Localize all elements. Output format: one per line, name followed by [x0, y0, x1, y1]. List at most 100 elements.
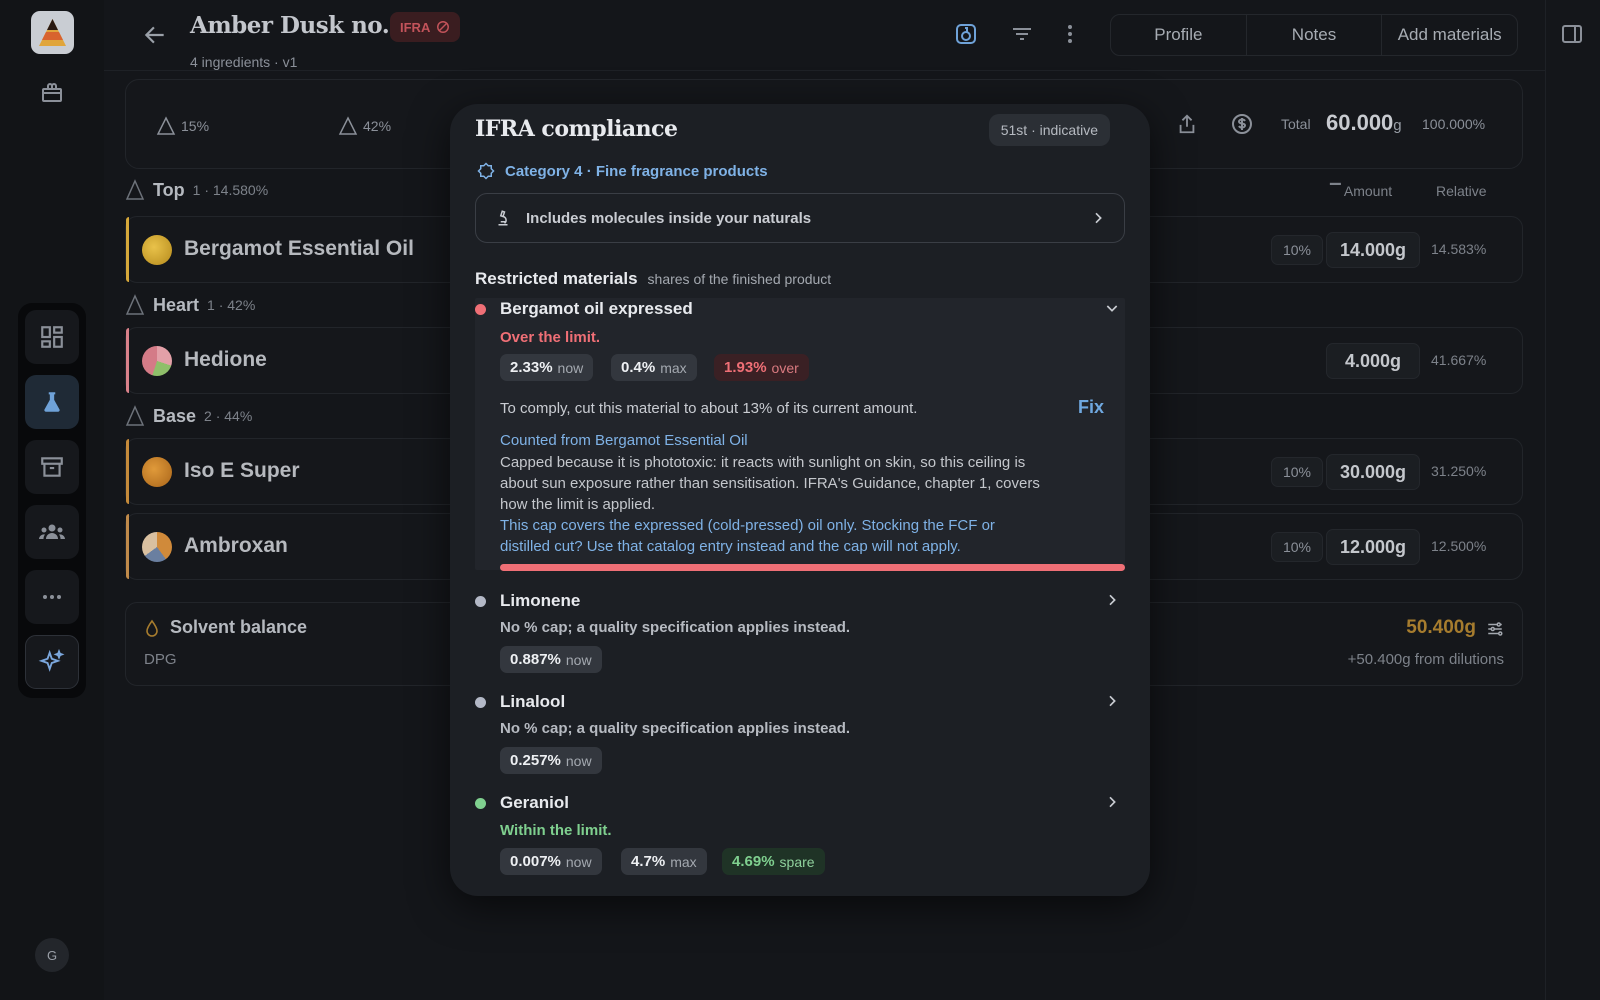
section-meta: 1 · 42%	[207, 297, 256, 313]
solvent-label: Solvent balance	[170, 617, 308, 637]
status-dot	[475, 596, 486, 607]
formula-subtitle: 4 ingredients · v1	[190, 54, 298, 70]
status-dot	[475, 304, 486, 315]
pyramid-icon	[125, 179, 145, 200]
right-divider	[1545, 0, 1546, 1000]
ai-assistant-button[interactable]	[25, 635, 79, 689]
limit-status: Over the limit.	[500, 329, 601, 346]
catalog-note: This cap covers the expressed (cold-pres…	[500, 517, 995, 534]
microscope-icon	[498, 210, 508, 226]
ifra-badge-label: IFRA	[400, 19, 431, 35]
kebab-menu-icon[interactable]	[1058, 22, 1082, 51]
app-logo[interactable]	[31, 11, 74, 54]
source-link[interactable]: Counted from Bergamot Essential Oil	[500, 432, 748, 449]
chevron-right-icon[interactable]	[1104, 794, 1120, 815]
more-horizontal-icon	[43, 595, 61, 599]
archive-icon	[41, 457, 63, 477]
ifra-status-badge[interactable]: IFRA	[390, 12, 461, 42]
max-chip: 0.4% max	[611, 354, 697, 381]
material-name[interactable]: Linalool	[500, 692, 565, 712]
solvent-amount: 50.400g	[1406, 617, 1476, 638]
ingredient-name: Ambroxan	[184, 534, 288, 557]
category-label[interactable]: Category 4 · Fine fragrance products	[477, 162, 768, 180]
dilution-pill[interactable]: 10%	[1271, 457, 1323, 487]
fix-button[interactable]: Fix	[1078, 397, 1104, 418]
dashboard-icon	[41, 326, 63, 348]
more-button[interactable]	[25, 570, 79, 624]
naturals-molecules-link[interactable]: Includes molecules inside your naturals	[475, 193, 1125, 243]
naturals-link-label: Includes molecules inside your naturals	[526, 209, 812, 227]
over-chip: 1.93% over	[714, 354, 809, 381]
limit-status: No % cap; a quality specification applie…	[500, 720, 851, 737]
chevron-right-icon	[1095, 212, 1102, 224]
row-accent	[126, 439, 129, 504]
section-name: Top	[153, 179, 185, 200]
limit-status: No % cap; a quality specification applie…	[500, 619, 851, 636]
section-meta: 1 · 14.580%	[192, 182, 269, 198]
heart-pct: 42%	[338, 116, 391, 136]
relative-pct: 14.583%	[1431, 241, 1487, 257]
share-icon[interactable]	[1176, 112, 1198, 141]
tab-notes[interactable]: Notes	[1247, 15, 1383, 55]
heart-pct-value: 42%	[363, 118, 392, 134]
amount-field[interactable]: 30.000g	[1326, 454, 1420, 490]
dilution-pill[interactable]: 10%	[1271, 235, 1323, 265]
now-chip: 2.33% now	[500, 354, 594, 381]
section-heart: Heart 1 · 42%	[125, 294, 255, 316]
description-line: Capped because it is phototoxic: it reac…	[500, 454, 1026, 471]
chevron-right-icon[interactable]	[1104, 592, 1120, 613]
dilutions-note: +50.400g from dilutions	[1347, 651, 1504, 668]
gift-icon[interactable]	[40, 80, 64, 104]
archive-button[interactable]	[25, 440, 79, 494]
header-divider	[104, 70, 1546, 71]
amount-field[interactable]: 12.000g	[1326, 529, 1420, 565]
pyramid-icon	[156, 116, 176, 135]
limit-status: Within the limit.	[500, 822, 612, 839]
material-swatch	[142, 346, 172, 376]
material-name[interactable]: Limonene	[500, 591, 580, 611]
cost-icon[interactable]	[1230, 112, 1254, 141]
drop-icon	[146, 619, 158, 637]
tab-profile[interactable]: Profile	[1111, 15, 1247, 55]
chevron-down-icon[interactable]	[1104, 300, 1120, 321]
top-pct-value: 15%	[181, 118, 210, 134]
pyramid-icon	[125, 405, 145, 426]
amount-field[interactable]: 14.000g	[1326, 232, 1420, 268]
material-swatch	[142, 235, 172, 265]
top-pct: 15%	[156, 116, 209, 136]
sort-icon[interactable]	[1010, 22, 1034, 51]
relative-pct: 31.250%	[1431, 463, 1487, 479]
section-meta: 2 · 44%	[204, 408, 253, 424]
sliders-icon[interactable]	[1486, 620, 1504, 638]
section-name: Heart	[153, 294, 200, 315]
formula-button[interactable]	[25, 375, 79, 429]
now-chip: 0.887% now	[500, 646, 602, 673]
side-panel-icon[interactable]	[1560, 22, 1584, 51]
relative-column-header[interactable]: Relative	[1436, 183, 1487, 199]
status-dot	[475, 697, 486, 708]
ingredient-name: Hedione	[184, 348, 267, 371]
status-dot	[475, 798, 486, 809]
tab-add-materials[interactable]: Add materials	[1382, 15, 1517, 55]
pyramid-icon	[338, 116, 358, 135]
amendment-badge: 51st · indicative	[988, 114, 1110, 146]
row-accent	[126, 328, 129, 393]
user-avatar[interactable]: G	[35, 938, 69, 972]
section-title: Restricted materials	[475, 269, 638, 288]
dashboard-button[interactable]	[25, 310, 79, 364]
amount-field[interactable]: 4.000g	[1326, 343, 1420, 379]
bottle-icon[interactable]	[954, 22, 978, 51]
community-button[interactable]	[25, 505, 79, 559]
material-name[interactable]: Geraniol	[500, 793, 569, 813]
people-icon	[39, 524, 65, 539]
amount-column-header[interactable]: ▔ Amount	[1330, 183, 1392, 200]
over-limit-bar	[500, 564, 1125, 571]
dilution-pill[interactable]: 10%	[1271, 532, 1323, 562]
back-arrow-icon[interactable]	[142, 22, 168, 53]
row-accent	[126, 217, 129, 282]
page-title: Amber Dusk no. 1	[190, 12, 413, 39]
now-chip: 0.257% now	[500, 747, 602, 774]
now-chip: 0.007% now	[500, 848, 602, 875]
chevron-right-icon[interactable]	[1104, 693, 1120, 714]
material-name[interactable]: Bergamot oil expressed	[500, 299, 693, 319]
